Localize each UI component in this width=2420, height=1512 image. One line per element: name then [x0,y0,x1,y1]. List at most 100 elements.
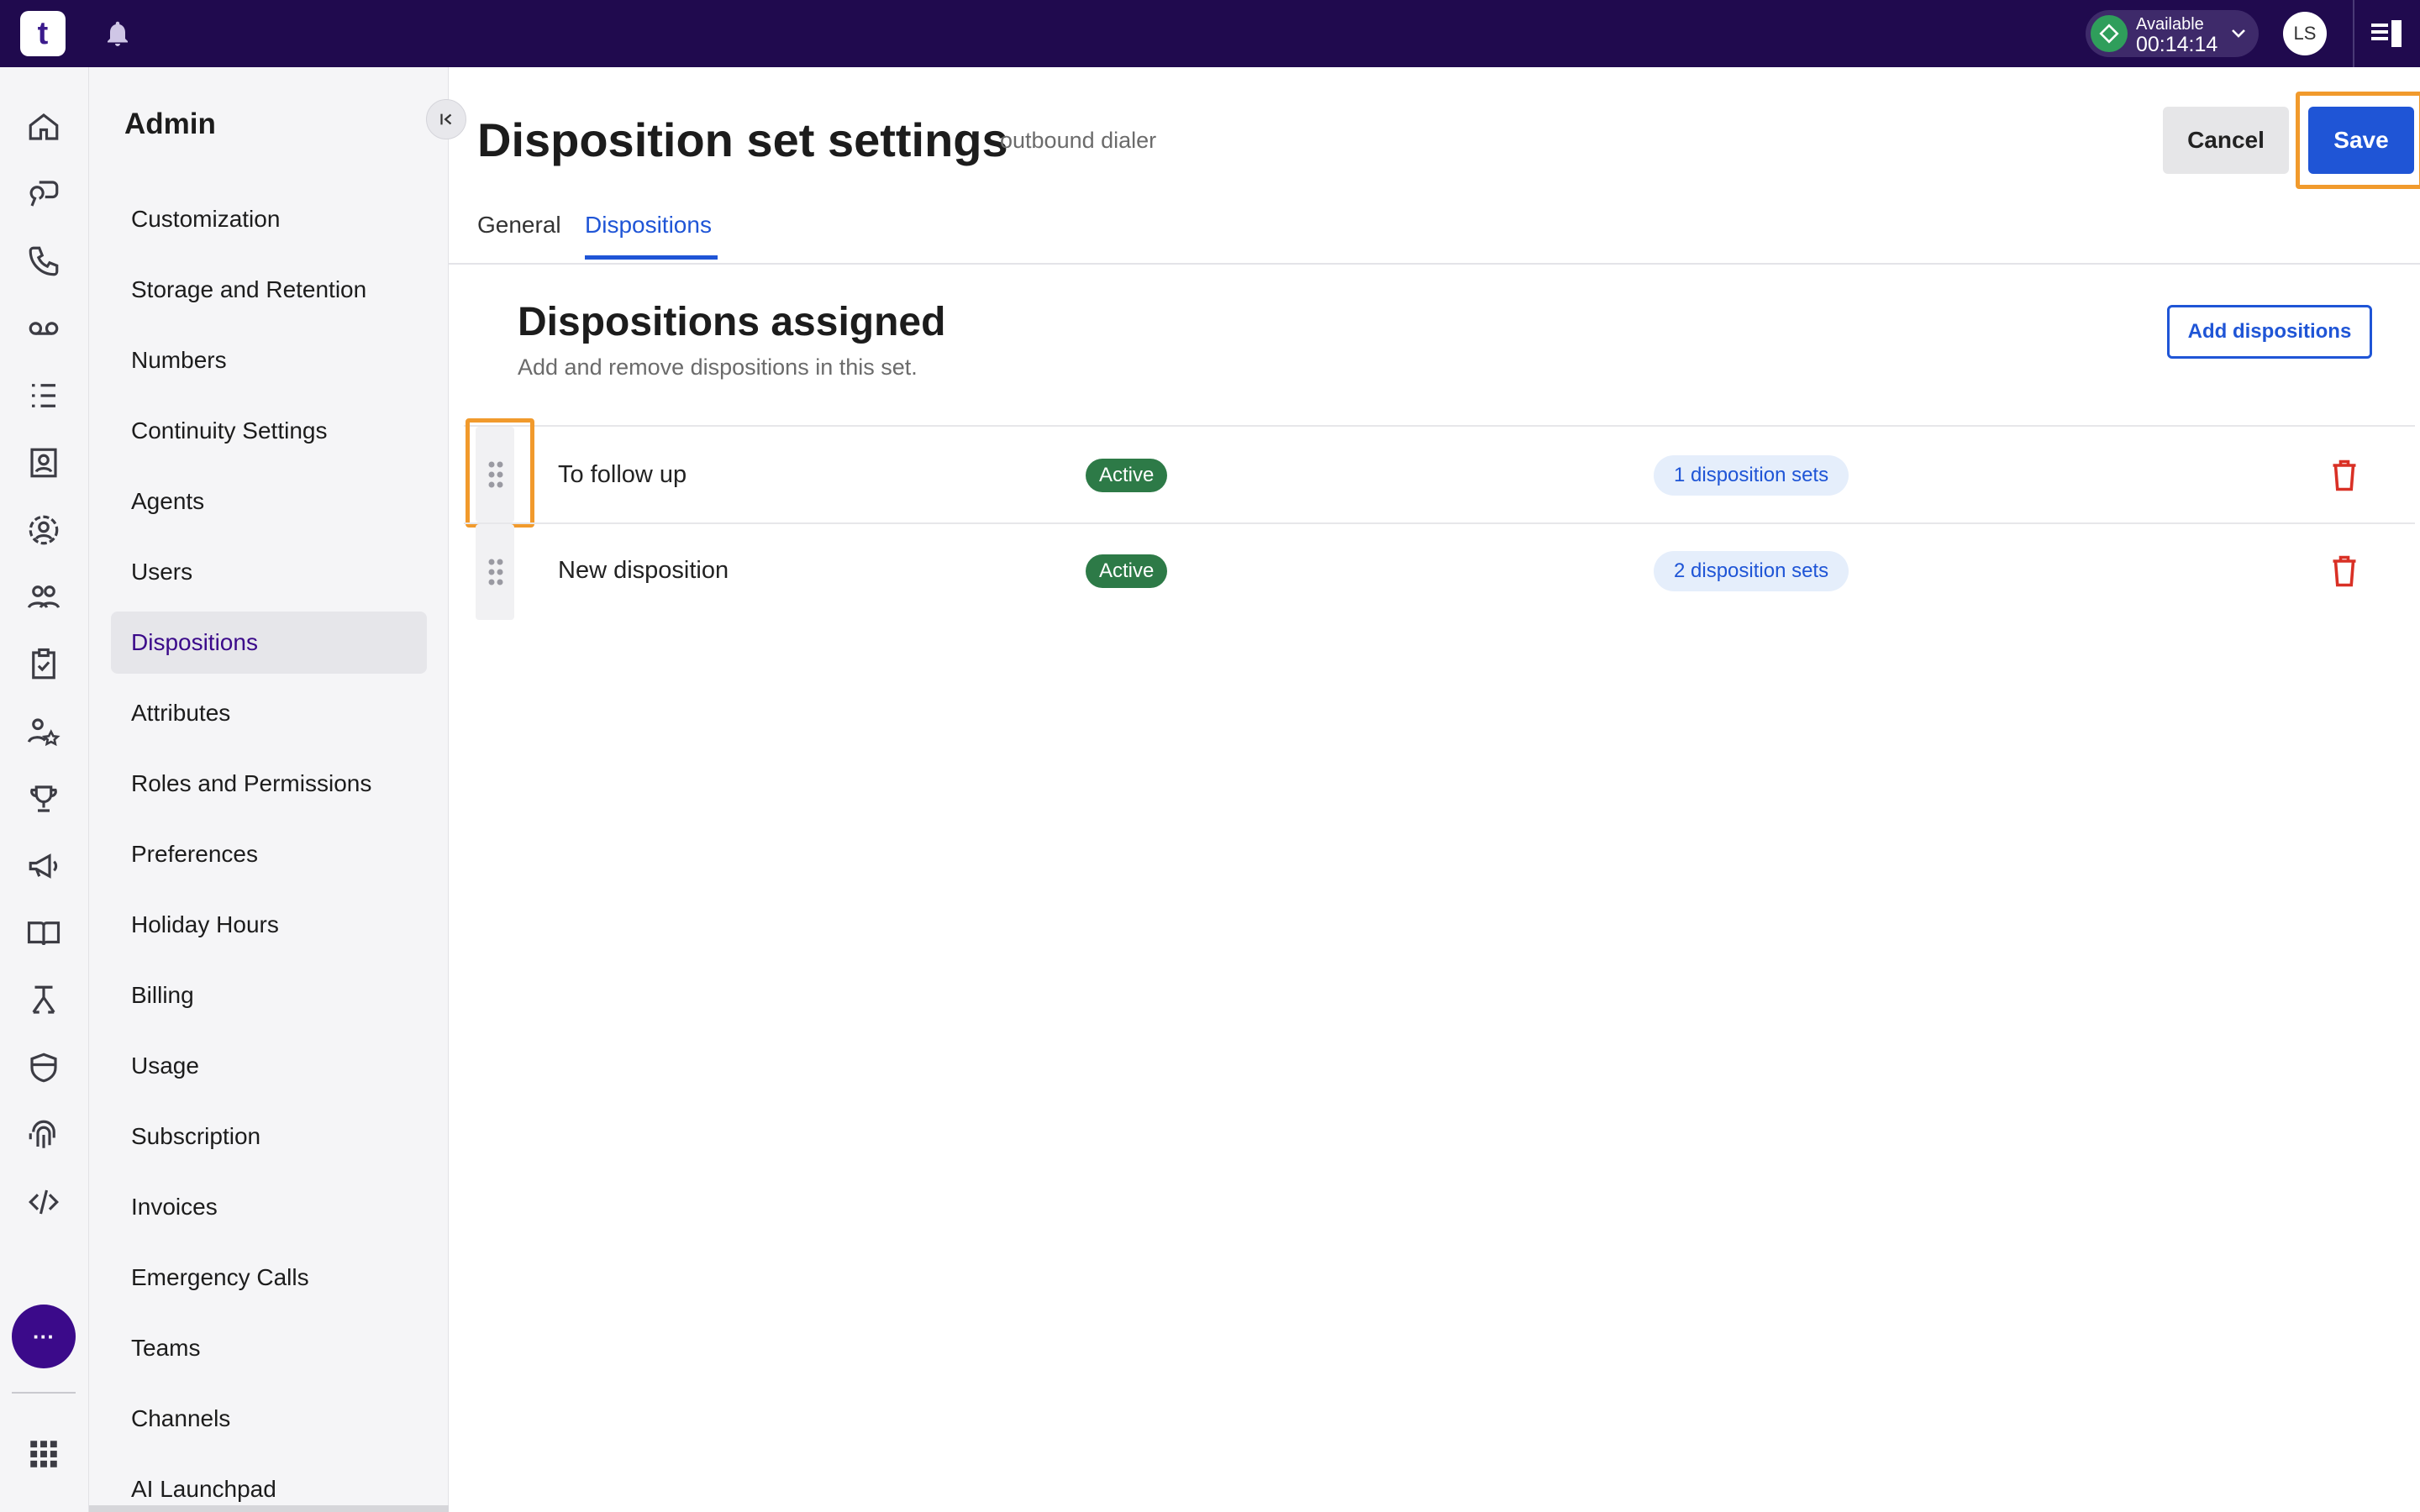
sidebar-item-attributes[interactable]: Attributes [111,682,427,744]
sidebar-item-agents[interactable]: Agents [111,470,427,533]
collapse-sidebar-button[interactable] [426,99,466,139]
main-content: Disposition set settings outbound dialer… [449,67,2420,1512]
sidebar-item-ai-launchpad[interactable]: AI Launchpad [111,1458,427,1512]
sidebar-item-channels[interactable]: Channels [111,1388,427,1450]
tab-general[interactable]: General [477,212,561,239]
sidebar-item-subscription[interactable]: Subscription [111,1105,427,1168]
disposition-sets-badge[interactable]: 1 disposition sets [1654,455,1849,496]
tab-dispositions[interactable]: Dispositions [585,212,712,239]
trophy-icon[interactable] [26,781,61,816]
sidebar-item-label: Usage [131,1053,199,1079]
status-label: Available [2136,15,2204,34]
disposition-sets-badge[interactable]: 2 disposition sets [1654,551,1849,591]
section-title: Dispositions assigned [518,300,946,344]
home-icon[interactable] [26,109,61,144]
book-icon[interactable] [26,916,61,951]
sidebar-item-label: Emergency Calls [131,1264,309,1290]
grid-icon[interactable] [26,1436,61,1472]
delete-icon[interactable] [2329,459,2360,492]
sidebar-item-label: Dispositions [131,629,258,655]
sidebar-item-label: Continuity Settings [131,417,328,444]
avatar-initials: LS [2293,23,2317,44]
sidebar-item-billing[interactable]: Billing [111,964,427,1026]
sidebar-item-label: Invoices [131,1194,218,1220]
sidebar-scrollbar[interactable] [89,1505,449,1512]
sidebar-item-label: AI Launchpad [131,1476,276,1502]
people-star-icon[interactable] [26,714,61,749]
voicemail-icon[interactable] [26,311,61,346]
shield-icon[interactable] [26,1050,61,1085]
sidebar-item-numbers[interactable]: Numbers [111,329,427,391]
list-icon[interactable] [26,378,61,413]
sidebar-item-label: Holiday Hours [131,911,279,937]
sidebar-item-continuity-settings[interactable]: Continuity Settings [111,400,427,462]
more-apps-label: ··· [33,1323,55,1349]
status-badge: Active [1086,459,1168,492]
code-icon[interactable] [26,1184,61,1220]
sidebar-item-label: Channels [131,1405,231,1431]
agent-icon[interactable] [26,512,61,548]
page-subtitle: outbound dialer [1000,128,1157,153]
clipboard-icon[interactable] [26,647,61,682]
sidebar-title: Admin [124,108,216,140]
active-tab-indicator [585,255,718,260]
side-panel-icon[interactable] [2371,20,2402,47]
phone-icon[interactable] [26,244,61,279]
admin-sidebar: Admin Customization Storage and Retentio… [89,67,466,1512]
avatar[interactable]: LS [2283,12,2327,55]
icon-rail: ··· [0,67,89,1512]
sidebar-item-emergency-calls[interactable]: Emergency Calls [111,1247,427,1309]
sidebar-item-dispositions[interactable]: Dispositions [111,612,427,674]
sidebar-item-label: Users [131,559,193,585]
more-apps-button[interactable]: ··· [12,1305,76,1368]
status-badge: Active [1086,554,1168,588]
chevron-down-icon [2232,29,2245,38]
status-indicator-icon [2091,15,2128,52]
sidebar-item-roles-and-permissions[interactable]: Roles and Permissions [111,753,427,815]
tabs-divider [449,263,2420,265]
sidebar-item-teams[interactable]: Teams [111,1317,427,1379]
disposition-name: To follow up [558,461,687,488]
drag-dots-icon [488,559,503,585]
sidebar-item-label: Attributes [131,700,231,726]
team-icon[interactable] [26,580,61,615]
top-divider [2353,0,2354,67]
sidebar-item-users[interactable]: Users [111,541,427,603]
disposition-name: New disposition [558,557,729,584]
sidebar-item-label: Preferences [131,841,258,867]
conversations-icon[interactable] [26,176,61,212]
sidebar-item-invoices[interactable]: Invoices [111,1176,427,1238]
sidebar-item-preferences[interactable]: Preferences [111,823,427,885]
section-description: Add and remove dispositions in this set. [518,354,918,380]
save-button[interactable]: Save [2308,107,2414,174]
sidebar-item-label: Teams [131,1335,201,1361]
row-divider [464,522,2415,524]
add-dispositions-button[interactable]: Add dispositions [2167,305,2372,359]
sidebar-item-holiday-hours[interactable]: Holiday Hours [111,894,427,956]
sidebar-item-usage[interactable]: Usage [111,1035,427,1097]
page-title: Disposition set settings [477,113,1008,166]
sidebar-item-storage-and-retention[interactable]: Storage and Retention [111,259,427,321]
drag-handle[interactable] [476,524,514,620]
sidebar-item-label: Subscription [131,1123,261,1149]
delete-icon[interactable] [2329,554,2360,588]
sidebar-item-label: Agents [131,488,205,514]
contacts-icon[interactable] [26,445,61,480]
fingerprint-icon[interactable] [26,1117,61,1152]
sidebar-item-label: Storage and Retention [131,276,367,302]
status-timer: 00:14:14 [2136,33,2218,56]
availability-status[interactable]: Available 00:14:14 [2086,10,2259,57]
app-logo[interactable]: t [20,11,66,56]
collapse-icon [440,113,452,125]
workflow-icon[interactable] [26,983,61,1018]
sidebar-item-label: Numbers [131,347,227,373]
rail-divider [12,1392,76,1394]
sidebar-item-label: Roles and Permissions [131,770,372,796]
cancel-button[interactable]: Cancel [2163,107,2289,174]
sidebar-item-label: Billing [131,982,194,1008]
sidebar-item-customization[interactable]: Customization [111,188,427,250]
bell-icon[interactable] [103,18,133,49]
logo-text: t [37,15,49,51]
top-bar: t Available 00:14:14 LS [0,0,2420,67]
megaphone-icon[interactable] [26,848,61,884]
